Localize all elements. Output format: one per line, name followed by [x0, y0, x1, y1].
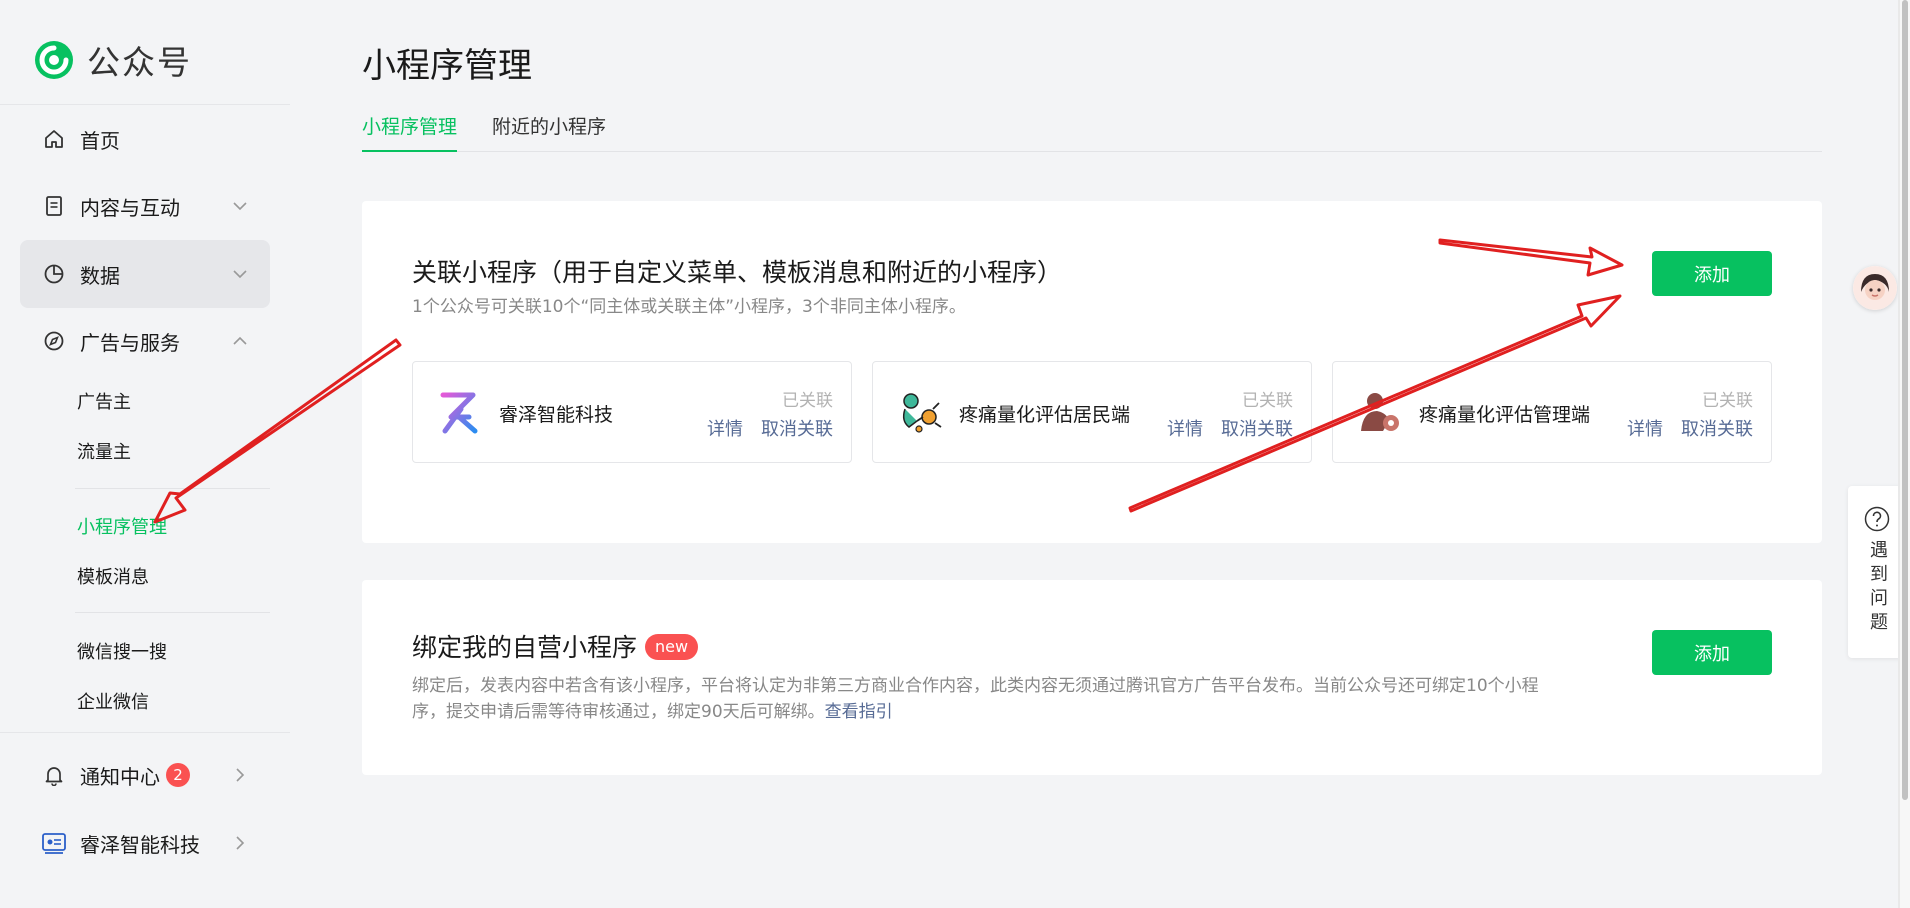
page-title: 小程序管理 — [362, 46, 532, 86]
bind-card-desc: 绑定后，发表内容中若含有该小程序，平台将认定为非第三方商业合作内容，此类内容无须… — [412, 673, 1552, 725]
miniprogram-unlink-link[interactable]: 取消关联 — [1221, 419, 1293, 440]
sidebar-item-label: 广告与服务 — [80, 330, 180, 355]
add-bind-miniprogram-button[interactable]: 添加 — [1652, 630, 1772, 675]
support-avatar-icon — [1853, 266, 1897, 310]
compass-icon — [42, 329, 66, 353]
linked-miniprogram-card: 关联小程序（用于自定义菜单、模板消息和附近的小程序） 1个公众号可关联10个“同… — [362, 201, 1822, 543]
sidebar-item-home[interactable]: 首页 — [20, 105, 270, 173]
chevron-down-icon — [233, 270, 247, 279]
miniprogram-status: 已关联 — [782, 391, 833, 411]
account-avatar-icon — [42, 831, 66, 855]
chevron-up-icon — [233, 336, 247, 345]
scrollbar-thumb[interactable] — [1902, 0, 1908, 800]
sidebar-sub-publisher[interactable]: 流量主 — [77, 438, 131, 464]
linked-card-title: 关联小程序（用于自定义菜单、模板消息和附近的小程序） — [412, 258, 1063, 287]
new-badge: new — [645, 633, 699, 660]
miniprogram-item: 疼痛量化评估管理端 已关联 详情 取消关联 — [1332, 361, 1772, 463]
miniprogram-status: 已关联 — [1702, 391, 1753, 411]
scrollbar[interactable] — [1900, 0, 1910, 908]
sidebar: 公众号 首页 内容与互动 数据 广告与服务 广告主 流量主 小程序管理 模板消息… — [0, 0, 290, 908]
sidebar-sub-wework[interactable]: 企业微信 — [77, 688, 149, 714]
app-title: 公众号 — [87, 43, 192, 82]
question-icon — [1864, 506, 1890, 532]
bind-card-title: 绑定我的自营小程序 — [412, 633, 638, 662]
sidebar-item-ads[interactable]: 广告与服务 — [20, 307, 270, 375]
sidebar-item-account[interactable]: 睿泽智能科技 — [20, 809, 270, 877]
miniprogram-name: 睿泽智能科技 — [499, 404, 614, 426]
sidebar-item-label: 数据 — [80, 263, 120, 288]
help-label: 遇到问题 — [1867, 540, 1888, 636]
sidebar-item-label: 通知中心 — [80, 764, 160, 789]
pain-assessment-resident-logo-icon — [902, 393, 942, 433]
bind-miniprogram-card: 绑定我的自营小程序 new 绑定后，发表内容中若含有该小程序，平台将认定为非第三方… — [362, 580, 1822, 775]
pie-chart-icon — [42, 262, 66, 286]
miniprogram-detail-link[interactable]: 详情 — [1627, 419, 1663, 440]
chevron-right-icon — [236, 768, 245, 782]
sidebar-sub-divider — [75, 612, 270, 613]
ruize-logo-icon — [440, 392, 478, 434]
bind-card-title-row: 绑定我的自营小程序 new — [412, 628, 699, 664]
wechat-official-logo-icon — [35, 41, 73, 79]
add-linked-miniprogram-button[interactable]: 添加 — [1652, 251, 1772, 296]
chevron-down-icon — [233, 202, 247, 211]
sidebar-sub-template[interactable]: 模板消息 — [77, 563, 149, 589]
sidebar-item-data[interactable]: 数据 — [20, 240, 270, 308]
miniprogram-item: 睿泽智能科技 已关联 详情 取消关联 — [412, 361, 852, 463]
tab-bar: 小程序管理 附近的小程序 — [362, 108, 1822, 152]
sidebar-item-label: 内容与互动 — [80, 195, 180, 220]
sidebar-sub-divider — [75, 488, 270, 489]
sidebar-divider — [0, 732, 290, 733]
sidebar-item-notify[interactable]: 通知中心 2 — [20, 741, 270, 809]
miniprogram-status: 已关联 — [1242, 391, 1293, 411]
tab-nearby-miniprogram[interactable]: 附近的小程序 — [492, 112, 606, 152]
sidebar-item-content[interactable]: 内容与互动 — [20, 172, 270, 240]
miniprogram-unlink-link[interactable]: 取消关联 — [1681, 419, 1753, 440]
bell-icon — [42, 763, 66, 787]
sidebar-item-label: 睿泽智能科技 — [80, 832, 200, 857]
sidebar-sub-miniprogram[interactable]: 小程序管理 — [77, 513, 167, 539]
miniprogram-name: 疼痛量化评估管理端 — [1419, 404, 1591, 426]
logo[interactable]: 公众号 — [33, 35, 192, 85]
sidebar-sub-advertiser[interactable]: 广告主 — [77, 388, 131, 414]
miniprogram-detail-link[interactable]: 详情 — [1167, 419, 1203, 440]
document-icon — [42, 194, 66, 218]
miniprogram-name: 疼痛量化评估居民端 — [959, 404, 1131, 426]
miniprogram-detail-link[interactable]: 详情 — [707, 419, 743, 440]
miniprogram-unlink-link[interactable]: 取消关联 — [761, 419, 833, 440]
home-icon — [42, 127, 66, 151]
view-guide-link[interactable]: 查看指引 — [825, 702, 893, 722]
tab-miniprogram-manage[interactable]: 小程序管理 — [362, 112, 458, 152]
notification-count-badge: 2 — [166, 763, 190, 787]
sidebar-item-label: 首页 — [80, 128, 120, 153]
linked-card-desc: 1个公众号可关联10个“同主体或关联主体”小程序，3个非同主体小程序。 — [412, 297, 966, 317]
sidebar-sub-wxsearch[interactable]: 微信搜一搜 — [77, 638, 167, 664]
support-avatar[interactable] — [1853, 266, 1897, 310]
bind-card-desc-text: 绑定后，发表内容中若含有该小程序，平台将认定为非第三方商业合作内容，此类内容无须… — [412, 676, 1539, 722]
pain-assessment-admin-logo-icon — [1361, 393, 1399, 431]
miniprogram-item: 疼痛量化评估居民端 已关联 详情 取消关联 — [872, 361, 1312, 463]
chevron-right-icon — [236, 836, 245, 850]
